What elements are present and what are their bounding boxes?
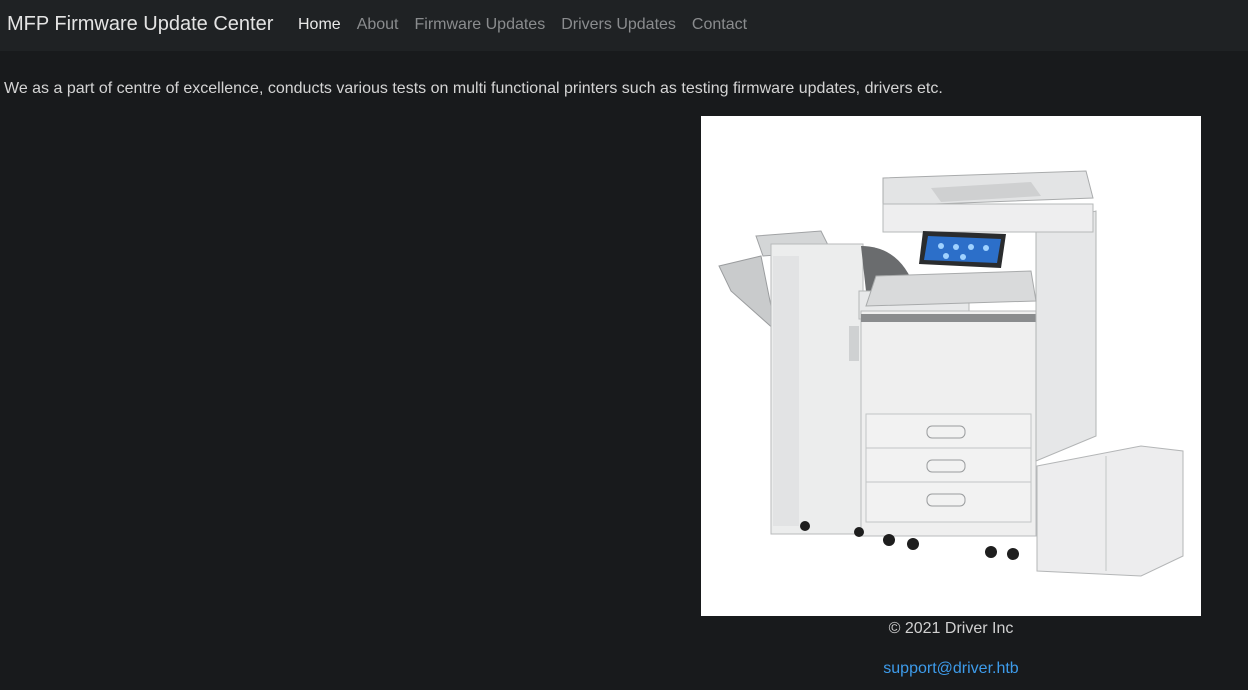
nav-links: Home About Firmware Updates Drivers Upda…	[298, 15, 763, 34]
support-email: support@driver.htb	[701, 659, 1201, 678]
nav-home[interactable]: Home	[298, 15, 341, 34]
printer-image	[701, 116, 1201, 616]
nav-drivers-updates[interactable]: Drivers Updates	[561, 15, 676, 34]
printer-illustration	[718, 170, 1184, 577]
navbar: MFP Firmware Update Center Home About Fi…	[0, 0, 1248, 51]
support-email-link[interactable]: support@driver.htb	[883, 660, 1018, 677]
nav-about[interactable]: About	[357, 15, 399, 34]
copyright-text: © 2021 Driver Inc	[888, 620, 1014, 637]
brand-link[interactable]: MFP Firmware Update Center	[7, 12, 273, 36]
intro-text: We as a part of centre of excellence, co…	[4, 80, 943, 97]
nav-firmware-updates[interactable]: Firmware Updates	[415, 15, 546, 34]
nav-contact[interactable]: Contact	[692, 15, 747, 34]
